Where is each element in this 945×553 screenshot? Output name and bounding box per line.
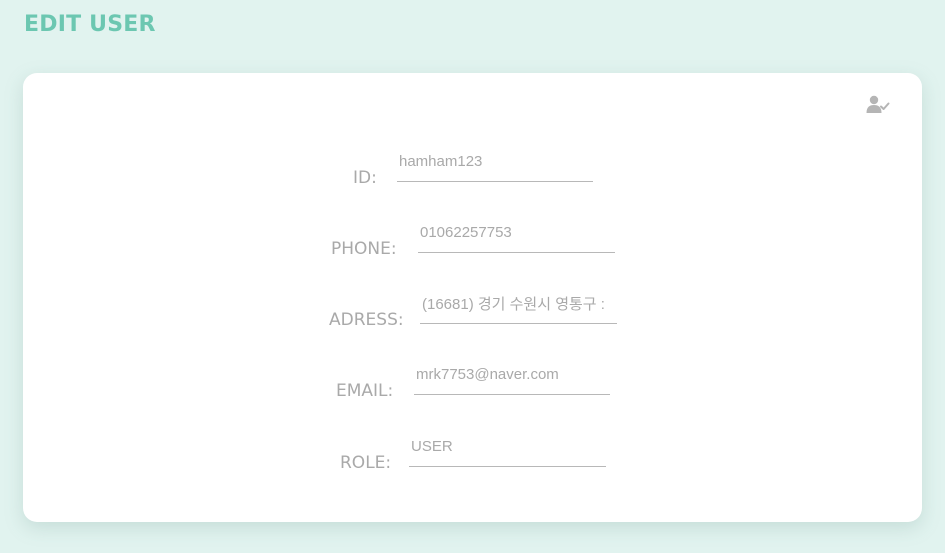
page-title: EDIT USER bbox=[24, 12, 156, 37]
address-field[interactable] bbox=[420, 294, 617, 324]
id-field[interactable] bbox=[397, 152, 593, 182]
user-check-icon[interactable] bbox=[866, 95, 890, 115]
phone-field[interactable] bbox=[418, 223, 615, 253]
phone-label: PHONE: bbox=[331, 239, 397, 259]
form-row-id: ID: bbox=[23, 145, 922, 188]
edit-user-card: ID: PHONE: ADRESS: EMAIL: ROLE: bbox=[23, 73, 922, 522]
email-label: EMAIL: bbox=[336, 381, 394, 401]
role-label: ROLE: bbox=[340, 453, 392, 473]
form-row-address: ADRESS: bbox=[23, 287, 922, 330]
address-label: ADRESS: bbox=[329, 310, 404, 330]
form-row-phone: PHONE: bbox=[23, 216, 922, 259]
form-row-role: ROLE: bbox=[23, 430, 922, 473]
id-label: ID: bbox=[353, 168, 377, 188]
email-field[interactable] bbox=[414, 365, 610, 395]
role-field[interactable] bbox=[409, 437, 606, 467]
form-row-email: EMAIL: bbox=[23, 358, 922, 401]
